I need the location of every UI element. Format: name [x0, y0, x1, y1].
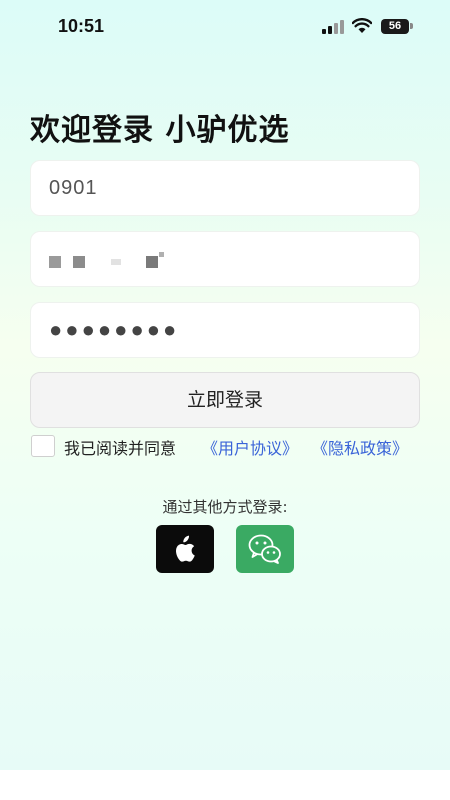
pixelated-text — [159, 252, 164, 257]
status-time: 10:51 — [58, 16, 105, 36]
wifi-icon — [352, 18, 372, 33]
battery-cap — [410, 23, 413, 29]
apple-login-button[interactable] — [156, 525, 214, 573]
apple-logo-icon — [176, 535, 195, 562]
pixelated-text — [111, 259, 121, 265]
other-login-label: 通过其他方式登录: — [162, 498, 288, 516]
terms-link[interactable]: 《用户协议》 — [202, 435, 298, 459]
wechat-logo-icon — [248, 534, 281, 564]
verification-input[interactable] — [30, 231, 420, 287]
pixelated-text — [146, 256, 158, 268]
agreement-row: 我已阅读并同意 《用户协议》 《隐私政策》 — [31, 434, 431, 458]
login-screen: 10:51 56 欢迎登录 小驴优选 0901 ●●●●●●●● 立即登录 我已… — [0, 0, 450, 770]
account-input[interactable]: 0901 — [30, 160, 420, 216]
privacy-link[interactable]: 《隐私政策》 — [312, 435, 408, 459]
agreement-checkbox[interactable] — [31, 435, 55, 457]
login-submit-button[interactable]: 立即登录 — [30, 372, 420, 428]
bottom-strip — [0, 770, 450, 800]
wechat-login-button[interactable] — [236, 525, 294, 573]
password-input[interactable]: ●●●●●●●● — [30, 302, 420, 358]
pixelated-text — [73, 256, 85, 268]
cellular-signal-icon — [322, 20, 344, 34]
battery-icon: 56 — [381, 19, 409, 34]
agreement-text: 我已阅读并同意 — [64, 439, 177, 458]
page-title: 欢迎登录 小驴优选 — [30, 113, 290, 148]
status-bar: 10:51 56 — [0, 0, 450, 54]
pixelated-text — [49, 256, 61, 268]
